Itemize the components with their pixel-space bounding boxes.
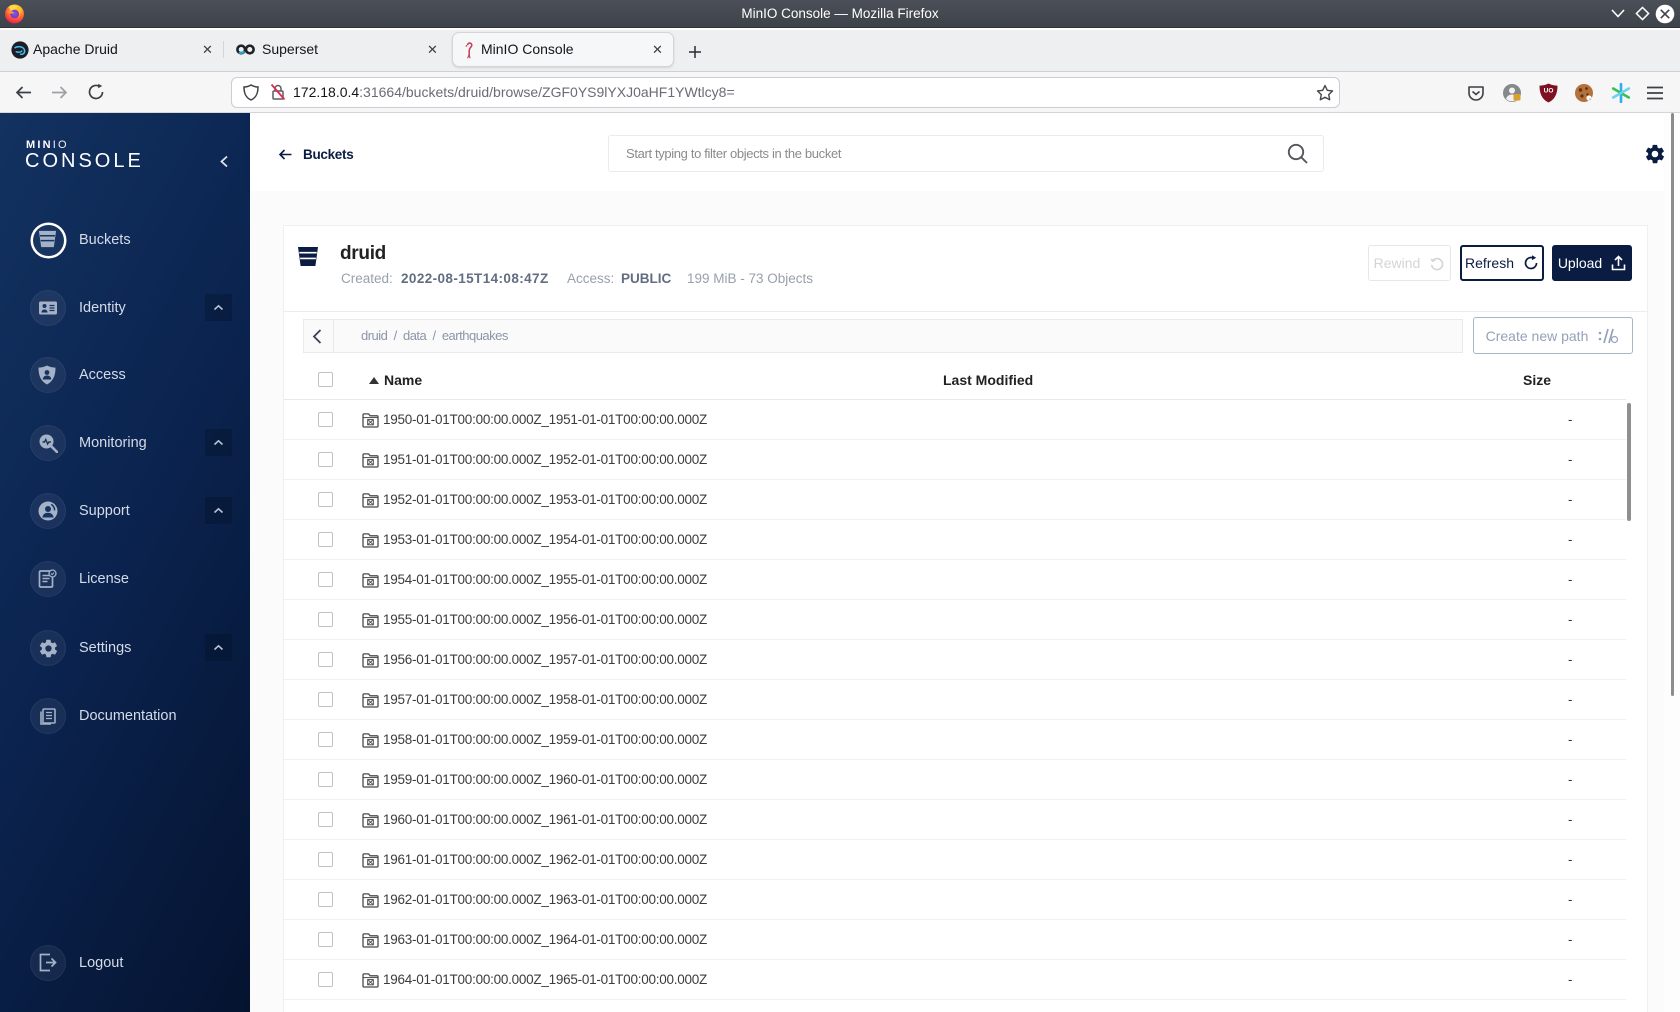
svg-text:UO: UO: [1544, 88, 1554, 95]
